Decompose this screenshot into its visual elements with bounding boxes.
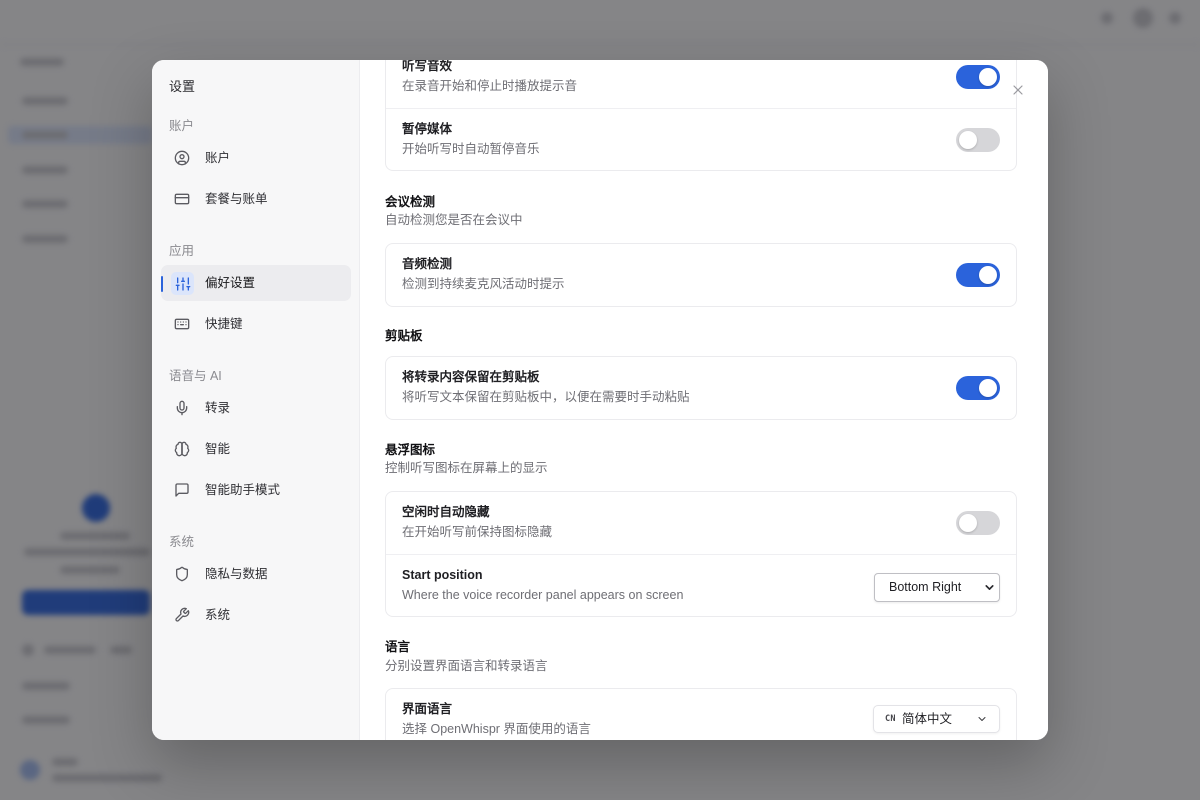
sidebar-item-label: 转录	[205, 401, 231, 415]
close-icon	[1013, 85, 1023, 95]
setting-row-start-position: Start position Where the voice recorder …	[386, 554, 1016, 616]
setting-description: 选择 OpenWhispr 界面使用的语言	[402, 722, 591, 736]
toggle-keep-clipboard[interactable]	[956, 376, 1000, 400]
setting-row-auto-hide: 空闲时自动隐藏 在开始听写前保持图标隐藏	[386, 492, 1016, 554]
sidebar-item-label: 偏好设置	[205, 276, 256, 290]
sidebar-item-label: 智能	[205, 442, 231, 456]
active-indicator	[161, 276, 163, 292]
settings-title: 设置	[169, 79, 196, 94]
setting-description: 在录音开始和停止时播放提示音	[402, 79, 578, 93]
setting-description: Where the voice recorder panel appears o…	[402, 588, 684, 602]
setting-title: 听写音效	[402, 60, 453, 73]
sliders-icon	[171, 272, 194, 295]
sidebar-item-privacy[interactable]: 隐私与数据	[161, 556, 351, 592]
settings-modal: 设置 账户 账户 套餐与账单 应用 偏好设置 快捷键 语音与 AI 转录 智能 …	[152, 60, 1048, 740]
sidebar-item-label: 系统	[205, 608, 231, 622]
sidebar-section-label: 系统	[169, 535, 195, 549]
sidebar-item-label: 智能助手模式	[205, 483, 281, 497]
settings-content[interactable]: 听写音效 在录音开始和停止时播放提示音 暂停媒体 开始听写时自动暂停音乐 会议检…	[361, 60, 1048, 740]
section-description: 自动检测您是否在会议中	[385, 213, 523, 227]
credit-card-icon	[174, 191, 190, 207]
setting-row-dictation-sound: 听写音效 在录音开始和停止时播放提示音	[386, 60, 1016, 108]
setting-title: 将转录内容保留在剪贴板	[402, 370, 540, 384]
setting-title: 空闲时自动隐藏	[402, 505, 490, 519]
toggle-knob	[959, 514, 977, 532]
brain-icon	[174, 441, 190, 457]
section-description: 分别设置界面语言和转录语言	[385, 659, 548, 673]
setting-title: 暂停媒体	[402, 122, 453, 136]
select-value: Bottom Right	[889, 580, 962, 594]
chevron-down-icon	[983, 581, 996, 594]
setting-description: 在开始听写前保持图标隐藏	[402, 525, 553, 539]
sidebar-section-label: 账户	[169, 119, 195, 133]
settings-card-meeting: 音频检测 检测到持续麦克风活动时提示	[385, 243, 1017, 307]
setting-title: 界面语言	[402, 702, 453, 716]
setting-title: 音频检测	[402, 257, 453, 271]
keyboard-icon	[174, 316, 190, 332]
toggle-knob	[979, 68, 997, 86]
setting-description: 检测到持续麦克风活动时提示	[402, 277, 565, 291]
language-flag-code: CN	[885, 714, 896, 724]
start-position-select[interactable]: Bottom Right	[874, 573, 1000, 602]
section-title: 悬浮图标	[385, 443, 436, 457]
setting-row-audio-detection: 音频检测 检测到持续麦克风活动时提示	[386, 244, 1016, 306]
sidebar-item-shortcuts[interactable]: 快捷键	[161, 306, 351, 342]
settings-card-sound: 听写音效 在录音开始和停止时播放提示音 暂停媒体 开始听写时自动暂停音乐	[385, 60, 1017, 171]
toggle-knob	[959, 131, 977, 149]
sidebar-item-label: 快捷键	[205, 317, 243, 331]
settings-card-clipboard: 将转录内容保留在剪贴板 将听写文本保留在剪贴板中，以便在需要时手动粘贴	[385, 356, 1017, 420]
section-title: 会议检测	[385, 195, 436, 209]
setting-description: 开始听写时自动暂停音乐	[402, 142, 540, 156]
sidebar-item-transcription[interactable]: 转录	[161, 390, 351, 426]
sidebar-section-label: 应用	[169, 244, 195, 258]
close-button[interactable]	[1010, 82, 1026, 98]
sidebar-item-assistant-mode[interactable]: 智能助手模式	[161, 472, 351, 508]
sidebar-item-preferences[interactable]: 偏好设置	[161, 265, 351, 301]
toggle-auto-hide[interactable]	[956, 511, 1000, 535]
shield-icon	[174, 566, 190, 582]
user-circle-icon	[174, 150, 190, 166]
sidebar-item-label: 隐私与数据	[205, 567, 268, 581]
sidebar-item-label: 套餐与账单	[205, 192, 268, 206]
sidebar-item-label: 账户	[205, 151, 231, 165]
setting-title: Start position	[402, 568, 483, 582]
setting-row-interface-language: 界面语言 选择 OpenWhispr 界面使用的语言 CN 简体中文	[386, 689, 1016, 740]
sidebar-item-billing[interactable]: 套餐与账单	[161, 181, 351, 217]
toggle-dictation-sound[interactable]	[956, 65, 1000, 89]
section-description: 控制听写图标在屏幕上的显示	[385, 461, 548, 475]
sidebar-item-system[interactable]: 系统	[161, 597, 351, 633]
wrench-icon	[174, 607, 190, 623]
message-square-icon	[174, 482, 190, 498]
setting-row-keep-clipboard: 将转录内容保留在剪贴板 将听写文本保留在剪贴板中，以便在需要时手动粘贴	[386, 357, 1016, 419]
chevron-down-icon	[976, 713, 988, 725]
mic-icon	[174, 400, 190, 416]
settings-card-floating-icon: 空闲时自动隐藏 在开始听写前保持图标隐藏 Start position Wher…	[385, 491, 1017, 617]
settings-sidebar: 设置 账户 账户 套餐与账单 应用 偏好设置 快捷键 语音与 AI 转录 智能 …	[152, 60, 360, 740]
sidebar-item-intelligence[interactable]: 智能	[161, 431, 351, 467]
setting-row-pause-media: 暂停媒体 开始听写时自动暂停音乐	[386, 108, 1016, 170]
toggle-knob	[979, 379, 997, 397]
settings-card-language: 界面语言 选择 OpenWhispr 界面使用的语言 CN 简体中文	[385, 688, 1017, 740]
setting-description: 将听写文本保留在剪贴板中，以便在需要时手动粘贴	[402, 390, 690, 404]
toggle-pause-media[interactable]	[956, 128, 1000, 152]
select-value: 简体中文	[902, 712, 953, 726]
section-title: 剪贴板	[385, 329, 423, 343]
sidebar-item-account[interactable]: 账户	[161, 140, 351, 176]
sidebar-section-label: 语音与 AI	[169, 369, 222, 383]
toggle-knob	[979, 266, 997, 284]
interface-language-select[interactable]: CN 简体中文	[873, 705, 1000, 733]
section-title: 语言	[385, 640, 411, 654]
toggle-audio-detection[interactable]	[956, 263, 1000, 287]
